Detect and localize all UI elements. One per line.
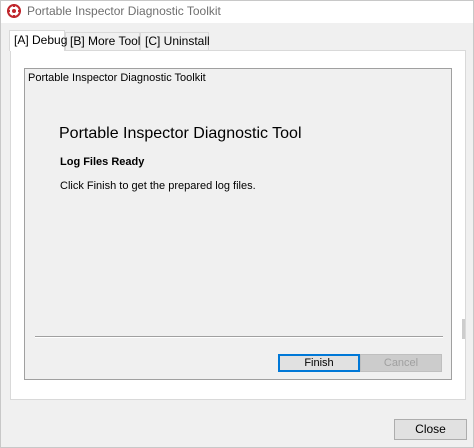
close-button[interactable]: Close xyxy=(394,419,467,440)
wizard-instructions: Click Finish to get the prepared log fil… xyxy=(60,180,256,192)
finish-button[interactable]: Finish xyxy=(278,354,360,372)
wizard-divider xyxy=(35,336,443,338)
window-title: Portable Inspector Diagnostic Toolkit xyxy=(27,4,221,18)
tab-panel-debug: Portable Inspector Diagnostic Toolkit Po… xyxy=(10,50,466,400)
wizard-header: Portable Inspector Diagnostic Toolkit xyxy=(28,72,206,84)
cancel-button[interactable]: Cancel xyxy=(360,354,442,372)
app-logo-icon xyxy=(7,4,21,18)
wizard-frame: Portable Inspector Diagnostic Toolkit Po… xyxy=(24,68,452,380)
scrollbar-thumb[interactable] xyxy=(462,319,465,339)
tab-debug[interactable]: [A] Debug xyxy=(9,30,67,51)
title-bar[interactable]: Portable Inspector Diagnostic Toolkit xyxy=(1,1,473,23)
wizard-title: Portable Inspector Diagnostic Tool xyxy=(59,125,302,142)
tab-strip: [A] Debug [B] More Tools [C] Uninstall xyxy=(9,30,469,51)
app-window: Portable Inspector Diagnostic Toolkit [A… xyxy=(0,0,474,448)
wizard-subtitle: Log Files Ready xyxy=(60,156,145,168)
tab-more-tools[interactable]: [B] More Tools xyxy=(65,32,146,50)
tab-uninstall[interactable]: [C] Uninstall xyxy=(140,32,210,50)
